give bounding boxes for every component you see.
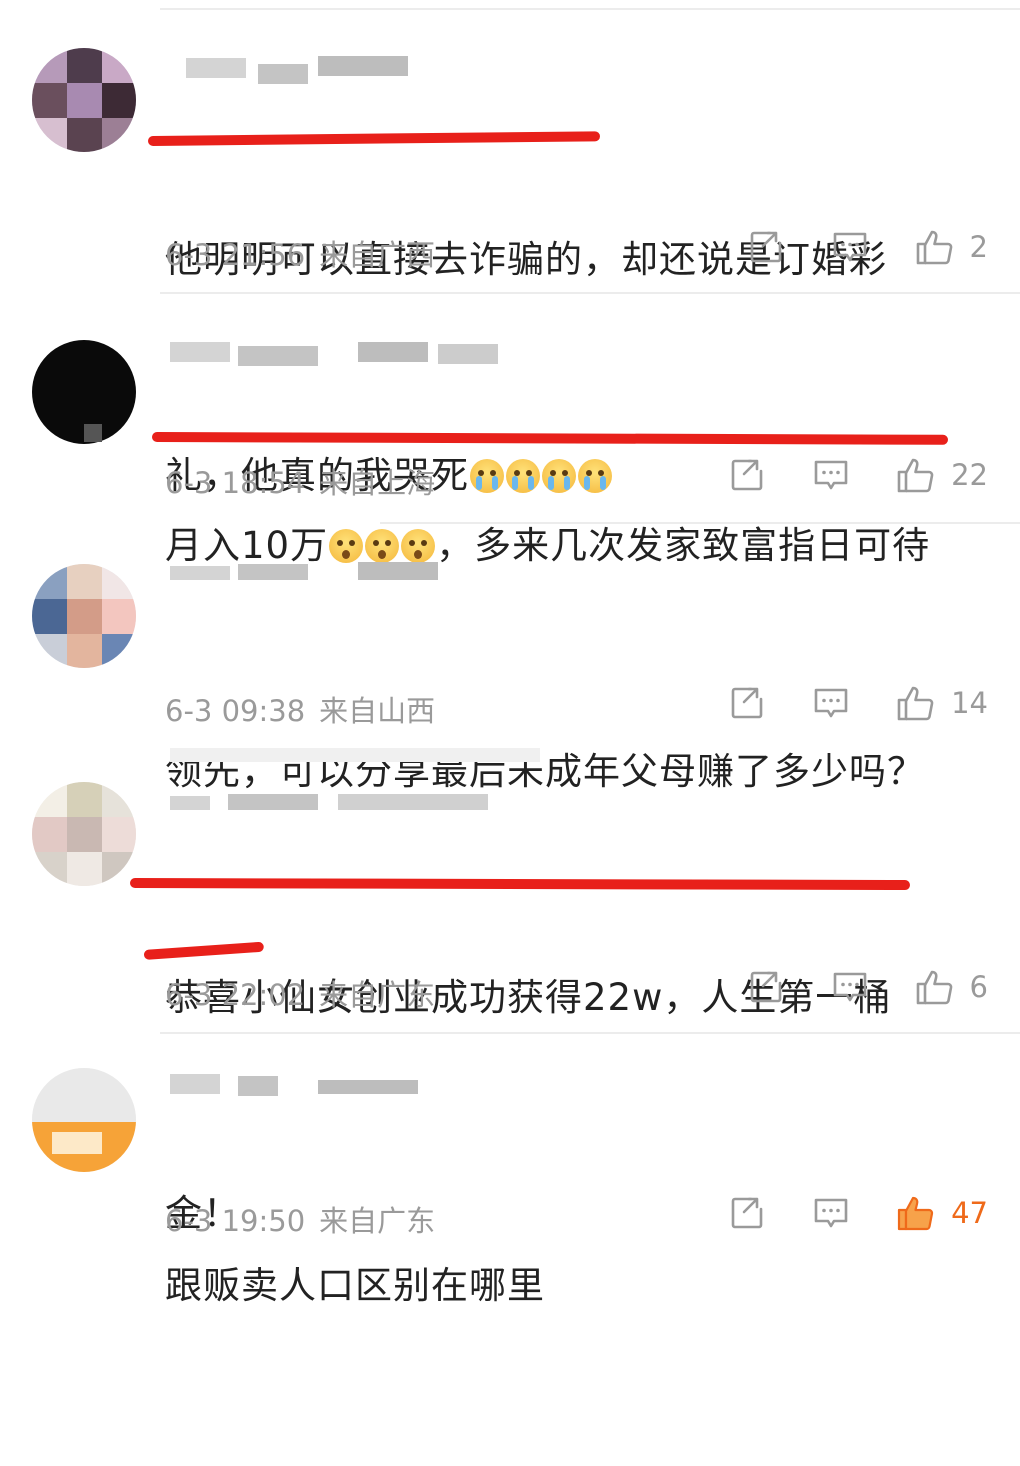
timestamp: 6-3 09:38 — [165, 694, 306, 728]
comment-icon — [814, 1198, 848, 1228]
avatar[interactable] — [32, 48, 136, 152]
comment-actions: 14 — [683, 682, 988, 724]
share-button[interactable] — [746, 227, 786, 267]
like-count: 2 — [969, 230, 988, 264]
timestamp: 6-3 21:56 — [165, 238, 306, 272]
like-button[interactable]: 6 — [914, 966, 988, 1008]
comment-actions: 47 — [683, 1192, 988, 1234]
avatar[interactable] — [32, 564, 136, 668]
comment-icon — [814, 460, 848, 490]
location: 来自广西 — [319, 238, 436, 272]
reply-button[interactable] — [811, 683, 851, 723]
comment-meta: 6-3 21:56 来自广西 — [165, 232, 449, 274]
avatar[interactable] — [32, 782, 136, 886]
thumbs-up-icon — [916, 970, 952, 1005]
comment-item: 跟贩卖人口区别在哪里 6-3 19:50 来自广东 47 — [0, 1032, 1020, 1307]
comment-actions: 22 — [683, 454, 988, 496]
thumbs-up-filled-icon — [897, 1196, 934, 1231]
comment-actions: 6 — [702, 966, 988, 1008]
thumbs-up-icon — [916, 230, 952, 265]
like-count: 14 — [951, 686, 988, 720]
share-icon — [731, 1197, 763, 1229]
location: 来自广东 — [319, 978, 436, 1012]
reply-button[interactable] — [811, 455, 851, 495]
divider — [380, 522, 1020, 524]
comment-meta: 6-3 18:54 来自上海 — [165, 460, 449, 502]
like-button[interactable]: 14 — [895, 682, 988, 724]
share-button[interactable] — [727, 455, 767, 495]
divider — [160, 8, 1020, 10]
share-button[interactable] — [727, 683, 767, 723]
like-button[interactable]: 22 — [895, 454, 988, 496]
share-icon — [731, 459, 763, 491]
comment-icon — [833, 972, 866, 1002]
share-button[interactable] — [727, 1193, 767, 1233]
timestamp: 6-3 18:54 — [165, 466, 306, 500]
comment-meta: 6-3 09:38 来自山西 — [165, 688, 449, 730]
share-button[interactable] — [746, 967, 786, 1007]
thumbs-up-icon — [897, 686, 934, 721]
location: 来自山西 — [319, 694, 436, 728]
thumbs-up-icon — [897, 458, 934, 493]
like-count: 47 — [951, 1196, 988, 1230]
like-button[interactable]: 2 — [914, 226, 988, 268]
comment-icon — [833, 232, 866, 262]
reply-button[interactable] — [830, 227, 870, 267]
comment-item: 领先，可以分享最后未成年父母赚了多少吗？ 6-3 09:38 来自山西 14 — [0, 522, 1020, 793]
comment-text: 跟贩卖人口区别在哪里 — [165, 1264, 545, 1307]
reply-button[interactable] — [830, 967, 870, 1007]
comment-item: 他明明可以直接去诈骗的，却还说是订婚彩 礼，他真的我哭死 6-3 21:56 来自… — [0, 0, 1020, 497]
like-count: 22 — [951, 458, 988, 492]
timestamp: 6-3 19:50 — [165, 1204, 306, 1238]
comment-actions: 2 — [702, 226, 988, 268]
comment-icon — [814, 688, 848, 718]
divider — [160, 1032, 1020, 1034]
location: 来自广东 — [319, 1204, 436, 1238]
avatar[interactable] — [32, 1068, 136, 1172]
comment-meta: 6-3 22:02 来自广东 — [165, 972, 449, 1014]
username-blurred[interactable] — [168, 560, 468, 588]
red-annotation-underline — [129, 878, 911, 891]
like-count: 6 — [969, 970, 988, 1004]
location: 来自上海 — [319, 466, 436, 500]
share-icon — [731, 687, 763, 719]
divider — [160, 292, 1020, 294]
username-blurred[interactable] — [168, 788, 498, 816]
comment-item: 恭喜小仙女创业成功获得22w，人生第一桶 金！ 6-3 22:02 来自广东 6 — [0, 748, 1020, 1235]
username-blurred[interactable] — [168, 1072, 438, 1100]
comment-meta: 6-3 19:50 来自广东 — [165, 1198, 449, 1240]
timestamp: 6-3 22:02 — [165, 978, 306, 1012]
divider — [170, 748, 540, 762]
share-icon — [750, 231, 781, 263]
reply-button[interactable] — [811, 1193, 851, 1233]
share-icon — [750, 971, 781, 1003]
username-blurred[interactable] — [168, 340, 528, 368]
like-button-active[interactable]: 47 — [895, 1192, 988, 1234]
comment-item: 月入10万 ，多来几次发家致富指日可待 6-3 18:54 来自上海 22 — [0, 292, 1020, 567]
